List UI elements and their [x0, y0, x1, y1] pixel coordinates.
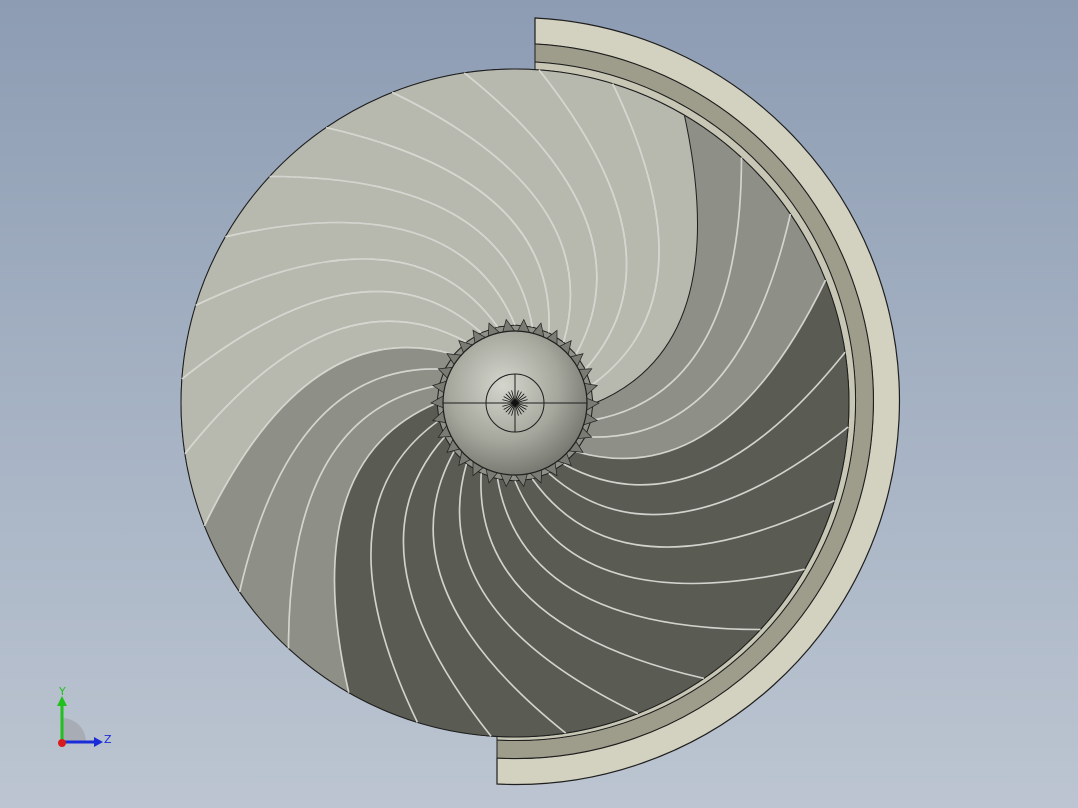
z-axis-arrow-icon: [94, 737, 103, 747]
graphics-viewport[interactable]: Y Z: [0, 0, 1078, 808]
z-axis-label: Z: [104, 733, 112, 746]
hub[interactable]: [442, 330, 588, 476]
x-axis-point: [58, 739, 66, 747]
view-triad[interactable]: Y Z: [50, 686, 120, 756]
triad-quadrant: [62, 718, 86, 742]
y-axis-label: Y: [58, 686, 66, 698]
spinner-tip-star: [502, 390, 528, 416]
fan-model[interactable]: [0, 0, 1078, 808]
